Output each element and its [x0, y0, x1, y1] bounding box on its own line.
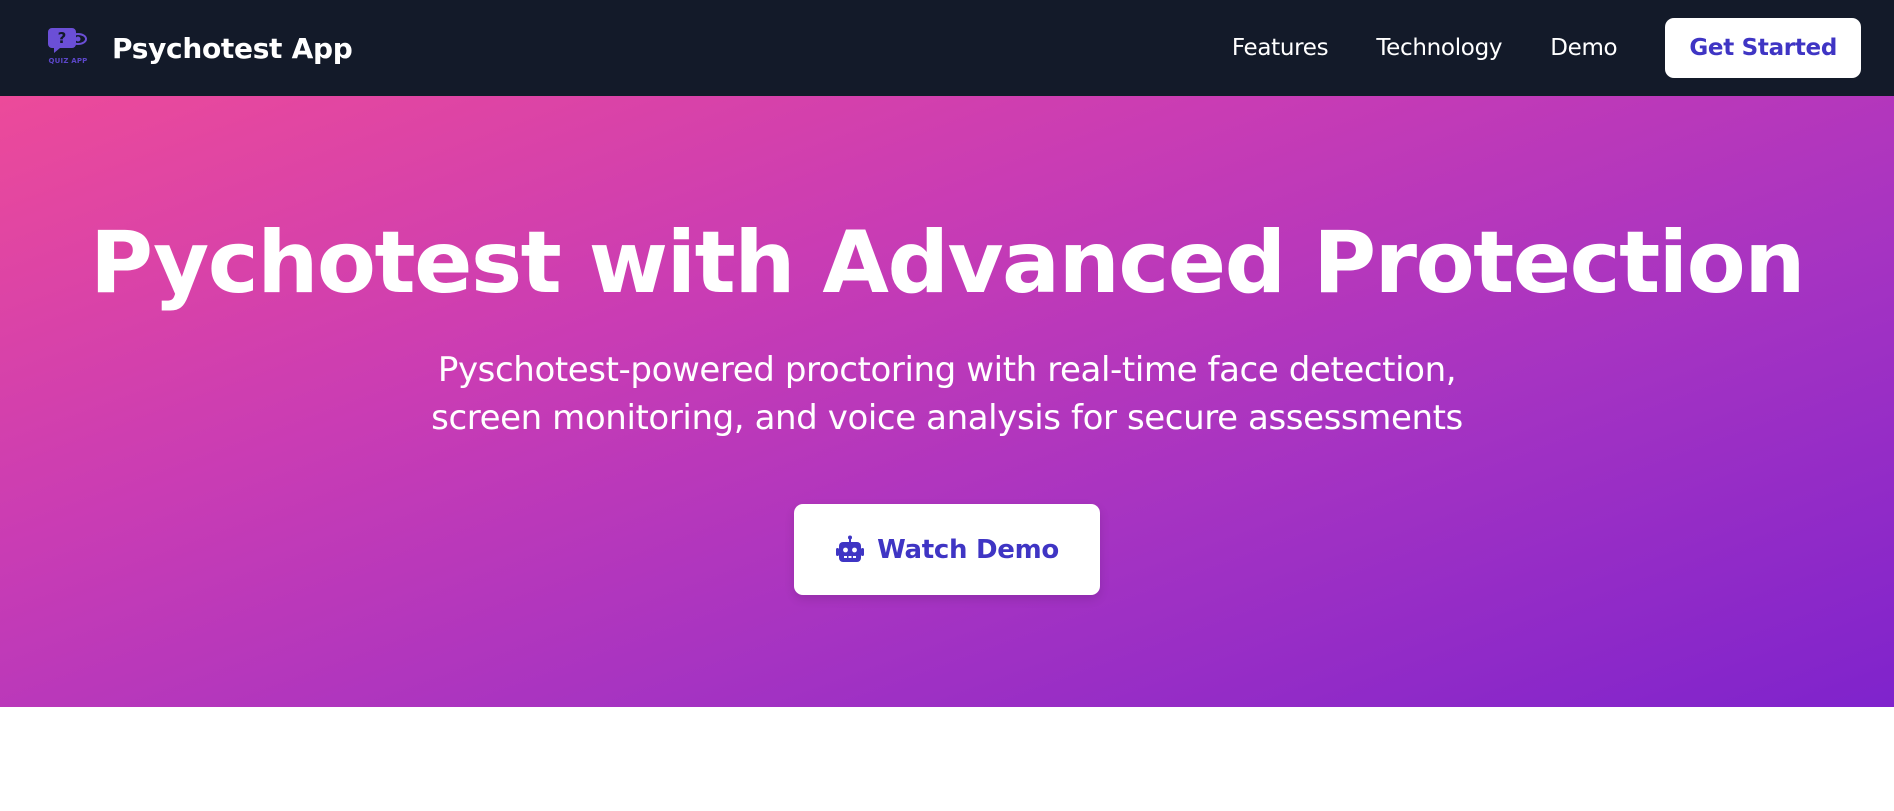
robot-icon [835, 535, 865, 565]
question-bubble-icon: ? [48, 28, 87, 53]
top-navbar: ? QUIZ APP Psychotest App Features Techn… [0, 0, 1894, 96]
watch-demo-label: Watch Demo [877, 534, 1059, 565]
watch-demo-button[interactable]: Watch Demo [794, 504, 1100, 595]
nav-link-demo[interactable]: Demo [1550, 35, 1617, 61]
nav-links: Features Technology Demo Get Started [1232, 18, 1861, 78]
nav-link-features[interactable]: Features [1232, 35, 1329, 61]
hero-title: Pychotest with Advanced Protection [90, 213, 1805, 313]
hero-subtitle: Pyschotest-powered proctoring with real-… [431, 350, 1463, 438]
quiz-app-logo: ? QUIZ APP [46, 26, 90, 70]
get-started-button[interactable]: Get Started [1665, 18, 1861, 78]
svg-text:?: ? [58, 29, 67, 47]
hero-section: Pychotest with Advanced Protection Pysch… [0, 96, 1894, 707]
logo-caption: QUIZ APP [48, 57, 88, 65]
brand-name: Psychotest App [112, 31, 353, 65]
nav-link-technology[interactable]: Technology [1376, 35, 1502, 61]
brand[interactable]: ? QUIZ APP Psychotest App [46, 26, 353, 70]
